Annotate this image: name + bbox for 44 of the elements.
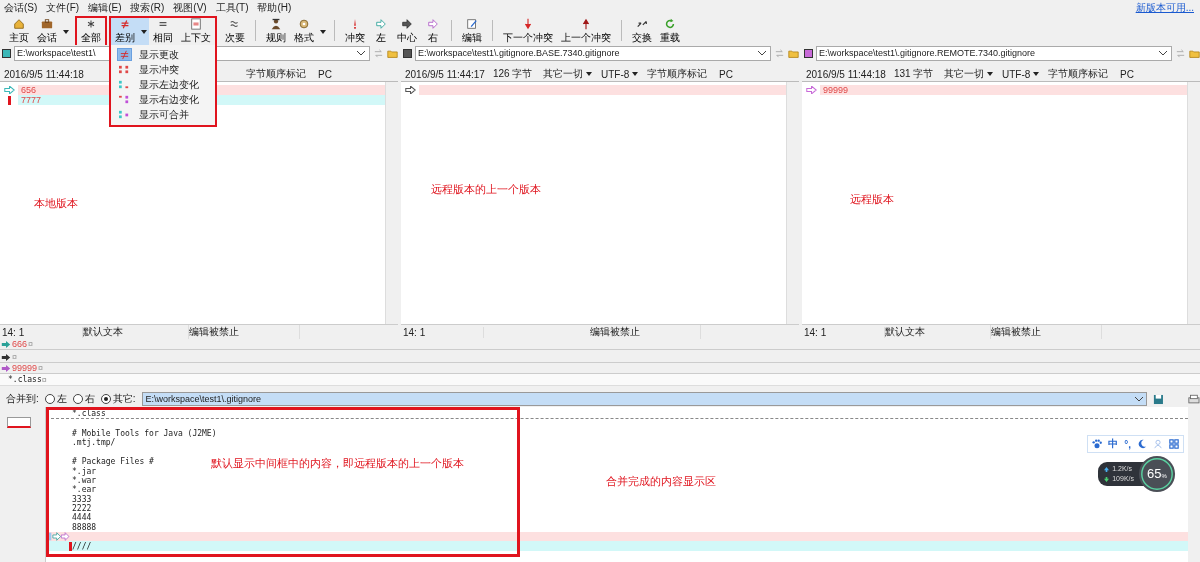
code-line: .mtj.tmp/ — [72, 438, 116, 448]
platform-label: PC — [318, 68, 332, 80]
bom-label: 字节顺序标记 — [1048, 67, 1109, 81]
code-line: *.war — [72, 475, 97, 485]
line-text: 99999 — [12, 363, 38, 373]
code-line: 4444 — [72, 513, 92, 523]
platform-label: PC — [1120, 68, 1134, 80]
bom-label: 字节顺序标记 — [246, 67, 307, 81]
annotation: 本地版本 — [34, 196, 78, 211]
line-text: 666 — [12, 339, 28, 349]
annotation: 远程版本的上一个版本 — [431, 182, 541, 197]
bom-label: 字节顺序标记 — [647, 67, 708, 81]
annotation: 默认显示中间框中的内容，即远程版本的上一个版本 — [211, 456, 464, 471]
text-mode: 默认文本 — [83, 326, 123, 337]
code-line: *.jar — [72, 466, 97, 476]
code-line: //// — [72, 541, 92, 551]
text-mode: 默认文本 — [885, 326, 925, 337]
end-of-line-mark: ¤ — [38, 363, 44, 373]
cursor-position: 14: 1 — [0, 326, 83, 338]
merged-line: *.class — [8, 375, 42, 384]
end-of-line-mark: ¤ — [12, 352, 17, 362]
code-line: 88888 — [72, 522, 97, 532]
code-line: 2222 — [72, 504, 92, 514]
cursor-position: 14: 1 — [401, 326, 484, 338]
platform-label: PC — [719, 68, 733, 80]
file-size: 131 字节 — [894, 68, 934, 79]
file-date: 2016/9/5 11:44:18 — [4, 68, 85, 80]
file-date: 2016/9/5 11:44:18 — [806, 68, 887, 80]
cursor-position: 14: 1 — [802, 326, 885, 338]
edit-state: 编辑被禁止 — [590, 325, 701, 339]
edit-state: 编辑被禁止 — [189, 325, 300, 339]
merge-label: 合并到: — [6, 392, 39, 406]
annotation: 合并完成的内容显示区 — [606, 474, 716, 489]
code-line: # Package Files # — [72, 457, 154, 467]
code-line: *.class — [72, 409, 106, 419]
code-line: *.ear — [72, 485, 97, 495]
code-line: # Mobile Tools for Java (J2ME) — [72, 428, 217, 438]
end-of-line-mark: ¤ — [41, 374, 47, 385]
edit-state: 编辑被禁止 — [991, 325, 1102, 339]
annotation: 远程版本 — [850, 192, 894, 207]
file-date: 2016/9/5 11:44:17 — [405, 68, 486, 80]
end-of-line-mark: ¤ — [28, 339, 34, 349]
code-line: 3333 — [72, 494, 92, 504]
file-size: 126 字节 — [493, 68, 533, 79]
